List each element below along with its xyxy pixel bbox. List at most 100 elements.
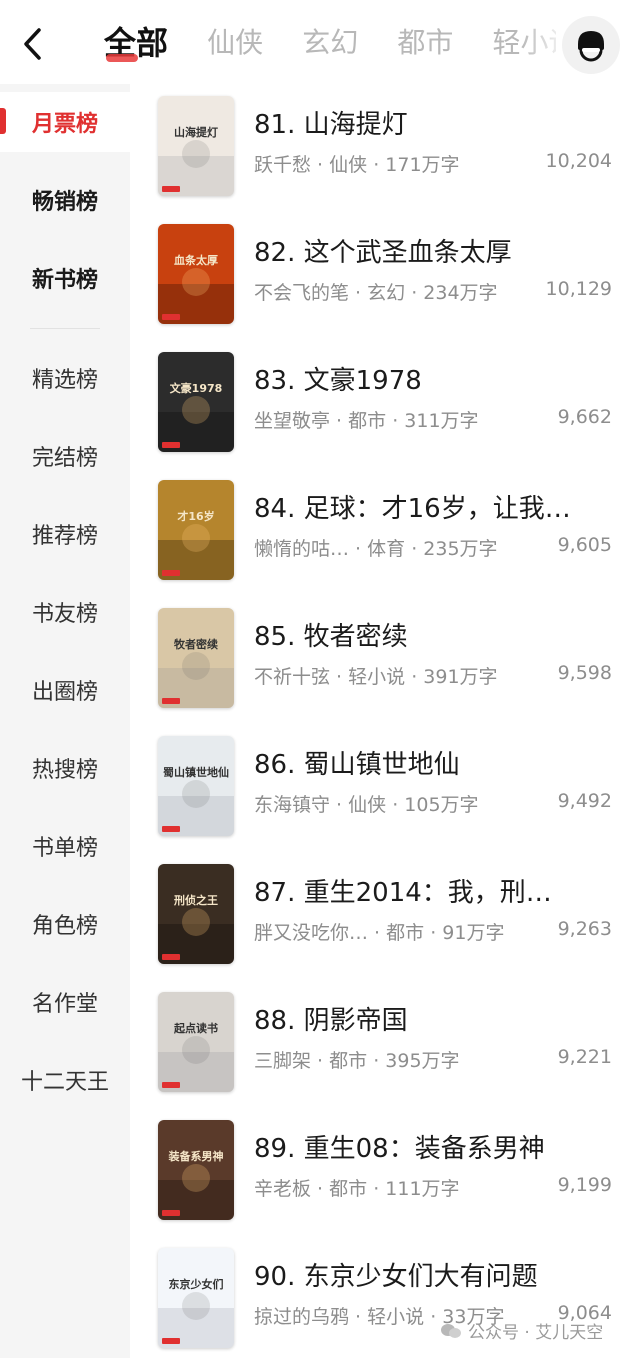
book-title[interactable]: 90. 东京少女们大有问题 bbox=[254, 1256, 614, 1293]
book-word-count: 171万字 bbox=[385, 154, 460, 176]
book-title[interactable]: 84. 足球：才16岁，让我… bbox=[254, 488, 614, 525]
book-meta: 辛老板 · 都市 · 111万字 bbox=[254, 1178, 460, 1200]
book-cover[interactable]: 血条太厚 bbox=[158, 224, 234, 324]
book-meta: 不会飞的笔 · 玄幻 · 234万字 bbox=[254, 282, 498, 304]
book-meta: 懒惰的咕… · 体育 · 235万字 bbox=[254, 538, 498, 560]
book-author: 辛老板 bbox=[254, 1178, 312, 1200]
book-author: 懒惰的咕… bbox=[254, 538, 350, 560]
book-row[interactable]: 蜀山镇世地仙 86. 蜀山镇世地仙东海镇守 · 仙侠 · 105万字 9,492 bbox=[130, 724, 640, 852]
book-title[interactable]: 88. 阴影帝国 bbox=[254, 1000, 614, 1037]
watermark-text: 公众号 · 艾儿天空 bbox=[468, 1323, 604, 1343]
book-author: 东海镇守 bbox=[254, 794, 331, 816]
sidebar-item-twelve-kings[interactable]: 十二天王 bbox=[0, 1050, 130, 1110]
sidebar-item-hall-of-fame[interactable]: 名作堂 bbox=[0, 972, 130, 1032]
book-author: 不祈十弦 bbox=[254, 666, 331, 688]
vote-count: 9,263 bbox=[557, 918, 612, 940]
profile-button[interactable] bbox=[562, 16, 620, 74]
cover-title-text: 才16岁 bbox=[177, 510, 215, 523]
book-row[interactable]: 山海提灯 81. 山海提灯跃千愁 · 仙侠 · 171万字 10,204 bbox=[130, 84, 640, 212]
sidebar-divider bbox=[30, 328, 100, 329]
tab-dushi[interactable]: 都市 bbox=[397, 18, 453, 68]
book-row[interactable]: 才16岁 84. 足球：才16岁，让我… 懒惰的咕… · 体育 · 235万字 9,6… bbox=[130, 468, 640, 596]
book-author: 三脚架 bbox=[254, 1050, 312, 1072]
book-cover[interactable]: 文豪1978 bbox=[158, 352, 234, 452]
book-row[interactable]: 血条太厚 82. 这个武圣血条太厚 不会飞的笔 · 玄幻 · 234万字 10,129 bbox=[130, 212, 640, 340]
cover-title-text: 起点读书 bbox=[174, 1022, 218, 1035]
book-meta: 胖又没吃你… · 都市 · 91万字 bbox=[254, 922, 505, 944]
sidebar-item-new-books[interactable]: 新书榜 bbox=[0, 248, 130, 308]
book-genre: 仙侠 bbox=[329, 154, 368, 176]
book-cover[interactable]: 才16岁 bbox=[158, 480, 234, 580]
cover-title-text: 血条太厚 bbox=[174, 254, 218, 267]
vote-count: 9,492 bbox=[557, 790, 612, 812]
cover-title-text: 牧者密续 bbox=[174, 638, 218, 651]
cover-title-text: 刑侦之王 bbox=[174, 894, 218, 907]
cover-title-text: 装备系男神 bbox=[168, 1150, 224, 1163]
vote-count: 9,662 bbox=[557, 406, 612, 428]
book-row[interactable]: 装备系男神 89. 重生08：装备系男神辛老板 · 都市 · 111万字 9,199 bbox=[130, 1108, 640, 1236]
book-word-count: 234万字 bbox=[423, 282, 498, 304]
book-cover[interactable]: 山海提灯 bbox=[158, 96, 234, 196]
book-word-count: 391万字 bbox=[423, 666, 498, 688]
book-title[interactable]: 81. 山海提灯 bbox=[254, 104, 614, 141]
book-meta: 东海镇守 · 仙侠 · 105万字 bbox=[254, 794, 479, 816]
book-meta: 坐望敬亭 · 都市 · 311万字 bbox=[254, 410, 479, 432]
book-genre: 都市 bbox=[329, 1050, 368, 1072]
book-row[interactable]: 刑侦之王 87. 重生2014：我，刑… 胖又没吃你… · 都市 · 91万字 9,2… bbox=[130, 852, 640, 980]
vote-count: 9,199 bbox=[557, 1174, 612, 1196]
back-button[interactable] bbox=[14, 26, 50, 62]
cover-title-text: 蜀山镇世地仙 bbox=[163, 766, 229, 779]
sidebar-item-monthly-ticket[interactable]: 月票榜 bbox=[0, 92, 130, 152]
vote-count: 9,598 bbox=[557, 662, 612, 684]
wechat-icon bbox=[441, 1323, 461, 1338]
sidebar-item-booklist[interactable]: 书单榜 bbox=[0, 816, 130, 876]
tab-xuanhuan[interactable]: 玄幻 bbox=[302, 18, 358, 68]
book-title[interactable]: 82. 这个武圣血条太厚 bbox=[254, 232, 614, 269]
vote-count: 9,605 bbox=[557, 534, 612, 556]
book-title[interactable]: 89. 重生08：装备系男神 bbox=[254, 1128, 614, 1165]
book-row[interactable]: 起点读书 88. 阴影帝国 三脚架 · 都市 · 395万字 9,221 bbox=[130, 980, 640, 1108]
category-tabs: 全部 仙侠 玄幻 都市 轻小说 bbox=[104, 18, 556, 74]
book-word-count: 395万字 bbox=[385, 1050, 460, 1072]
book-genre: 仙侠 bbox=[348, 794, 387, 816]
book-title[interactable]: 86. 蜀山镇世地仙 bbox=[254, 744, 614, 781]
book-word-count: 105万字 bbox=[404, 794, 479, 816]
tab-xianxia[interactable]: 仙侠 bbox=[207, 18, 263, 68]
book-title[interactable]: 87. 重生2014：我，刑… bbox=[254, 872, 614, 909]
tab-all[interactable]: 全部 bbox=[104, 18, 168, 68]
sidebar-item-characters[interactable]: 角色榜 bbox=[0, 894, 130, 954]
sidebar-item-reader-friends[interactable]: 书友榜 bbox=[0, 582, 130, 642]
sidebar-item-bestseller[interactable]: 畅销榜 bbox=[0, 170, 130, 230]
book-genre: 都市 bbox=[348, 410, 387, 432]
book-word-count: 235万字 bbox=[423, 538, 498, 560]
book-author: 胖又没吃你… bbox=[254, 922, 369, 944]
book-word-count: 91万字 bbox=[442, 922, 505, 944]
book-author: 不会飞的笔 bbox=[254, 282, 350, 304]
book-cover[interactable]: 起点读书 bbox=[158, 992, 234, 1092]
cover-title-text: 山海提灯 bbox=[174, 126, 218, 139]
sidebar-item-completed[interactable]: 完结榜 bbox=[0, 426, 130, 486]
sidebar-item-featured[interactable]: 精选榜 bbox=[0, 348, 130, 408]
book-cover[interactable]: 装备系男神 bbox=[158, 1120, 234, 1220]
sidebar-item-recommended[interactable]: 推荐榜 bbox=[0, 504, 130, 564]
sidebar-item-breakout[interactable]: 出圈榜 bbox=[0, 660, 130, 720]
vote-count: 9,221 bbox=[557, 1046, 612, 1068]
vote-count: 10,204 bbox=[545, 150, 612, 172]
book-genre: 体育 bbox=[367, 538, 406, 560]
book-cover[interactable]: 蜀山镇世地仙 bbox=[158, 736, 234, 836]
book-row[interactable]: 文豪1978 83. 文豪1978 坐望敬亭 · 都市 · 311万字 9,662 bbox=[130, 340, 640, 468]
book-genre: 轻小说 bbox=[367, 1306, 425, 1328]
book-genre: 玄幻 bbox=[367, 282, 406, 304]
book-genre: 轻小说 bbox=[348, 666, 406, 688]
book-cover[interactable]: 刑侦之王 bbox=[158, 864, 234, 964]
book-cover[interactable]: 东京少女们 bbox=[158, 1248, 234, 1348]
sidebar-item-hot-search[interactable]: 热搜榜 bbox=[0, 738, 130, 798]
book-title[interactable]: 85. 牧者密续 bbox=[254, 616, 614, 653]
book-meta: 不祈十弦 · 轻小说 · 391万字 bbox=[254, 666, 498, 688]
book-cover[interactable]: 牧者密续 bbox=[158, 608, 234, 708]
book-row[interactable]: 牧者密续 85. 牧者密续不祈十弦 · 轻小说 · 391万字 9,598 bbox=[130, 596, 640, 724]
book-genre: 都市 bbox=[329, 1178, 368, 1200]
book-title[interactable]: 83. 文豪1978 bbox=[254, 360, 614, 397]
ranking-sidebar: 月票榜 畅销榜 新书榜 精选榜 完结榜 推荐榜 书友榜 出圈榜 热搜榜 书单榜 … bbox=[0, 84, 130, 1358]
book-meta: 跃千愁 · 仙侠 · 171万字 bbox=[254, 154, 460, 176]
